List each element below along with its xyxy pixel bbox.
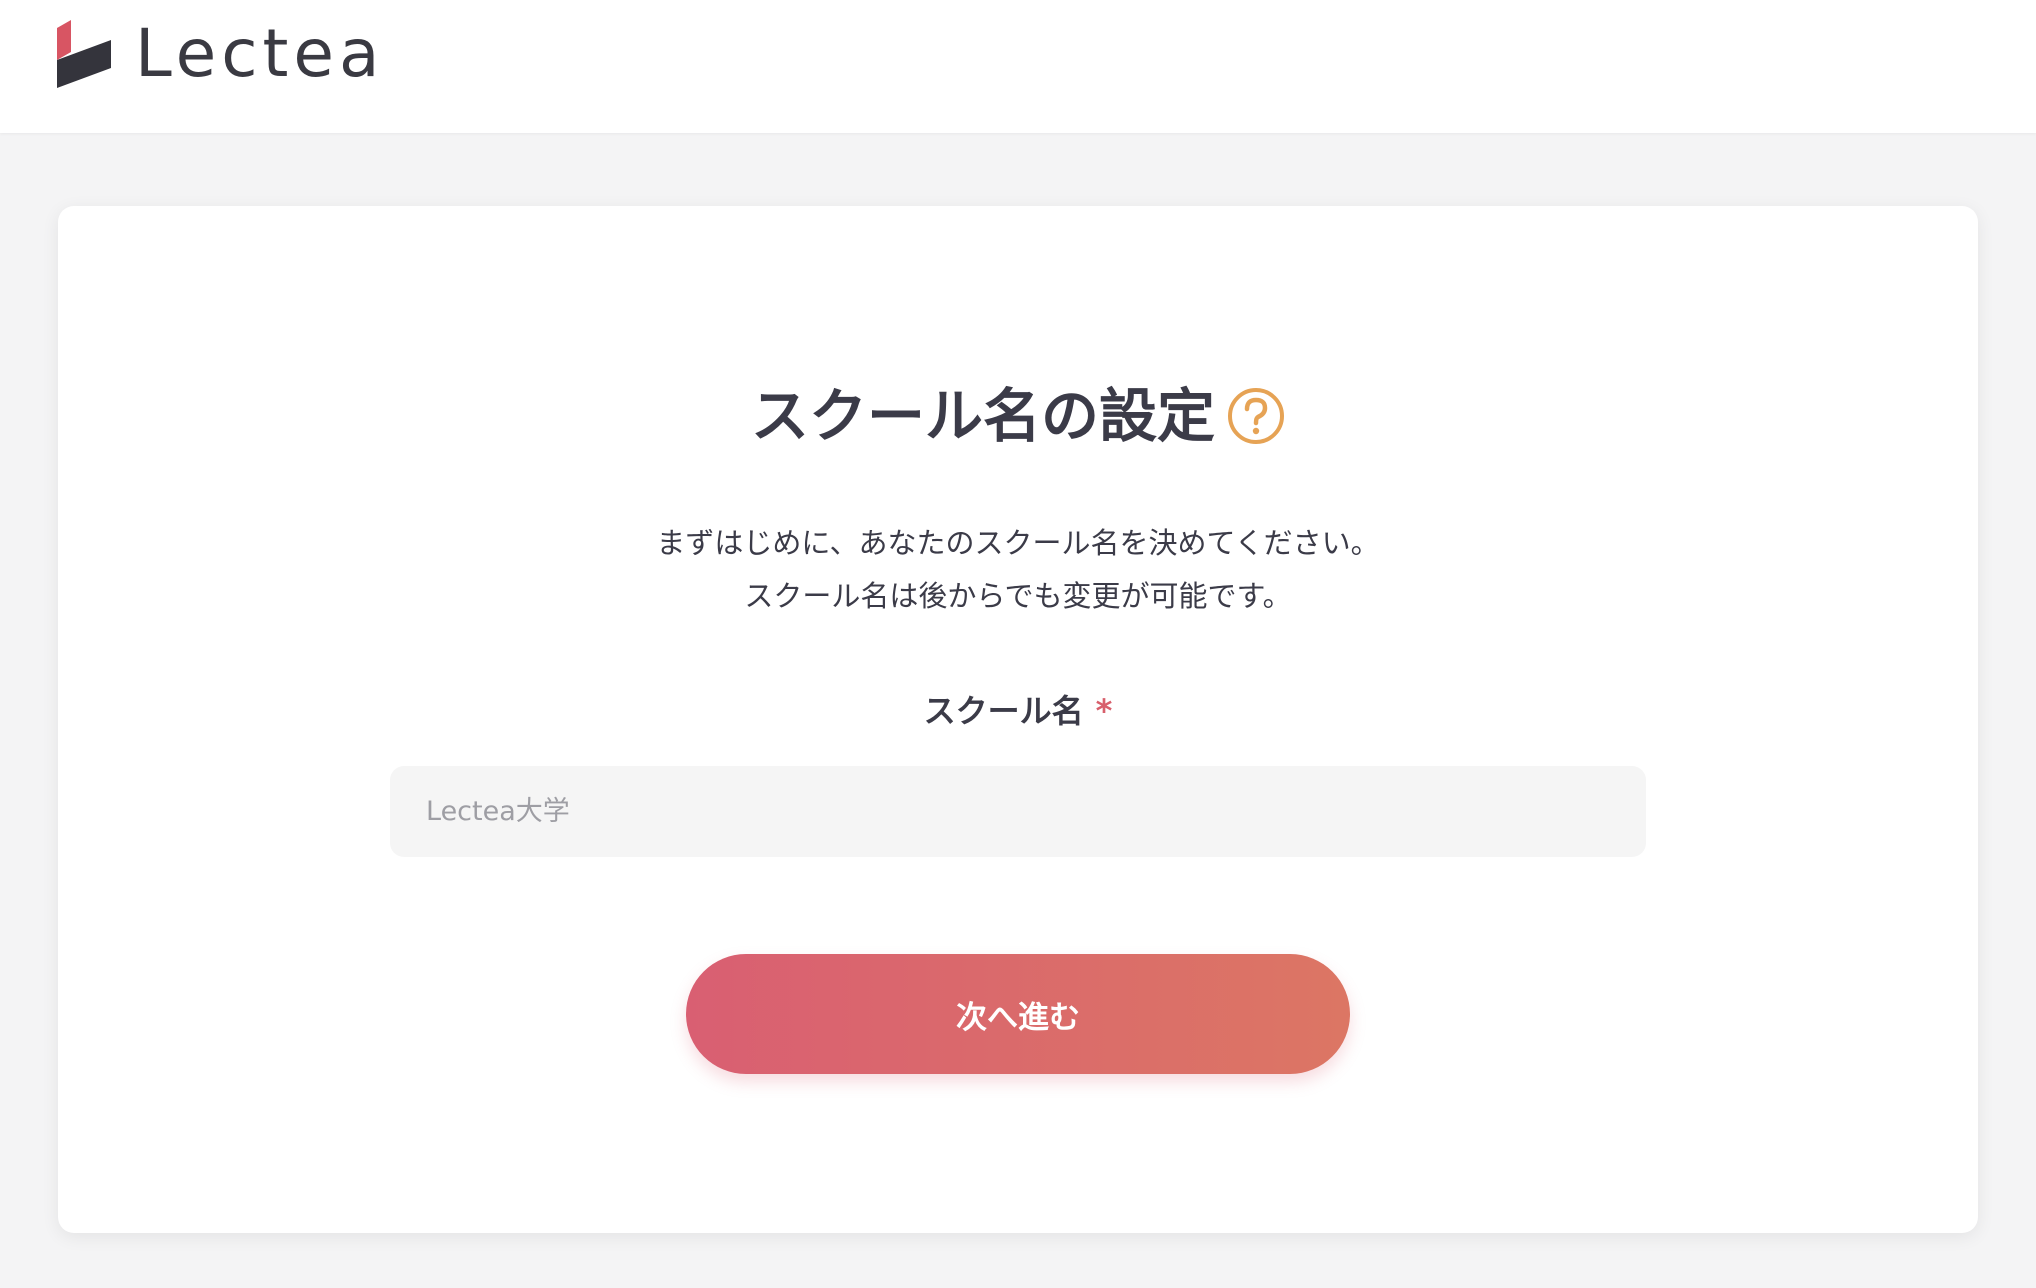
description-line-1: まずはじめに、あなたのスクール名を決めてください。	[656, 526, 1380, 560]
page-title: スクール名の設定	[750, 382, 1215, 450]
logo[interactable]: Lectea	[57, 18, 384, 90]
school-name-label: スクール名	[923, 692, 1084, 730]
school-name-label-row: スクール名 *	[58, 686, 1978, 732]
description: まずはじめに、あなたのスクール名を決めてください。 スクール名は後からでも変更が…	[58, 517, 1978, 623]
app-header: Lectea	[0, 0, 2036, 133]
required-mark: *	[1095, 692, 1113, 730]
question-circle-icon[interactable]	[1227, 387, 1285, 445]
school-name-setup-card: スクール名の設定 まずはじめに、あなたのスクール名を決めてください。 スクール名…	[58, 206, 1978, 1233]
next-button[interactable]: 次へ進む	[686, 954, 1350, 1074]
logo-text: Lectea	[135, 15, 385, 92]
school-name-input[interactable]	[390, 766, 1646, 857]
lectea-logo-icon	[57, 20, 111, 88]
title-row: スクール名の設定	[58, 378, 1978, 454]
description-line-2: スクール名は後からでも変更が可能です。	[744, 579, 1292, 613]
